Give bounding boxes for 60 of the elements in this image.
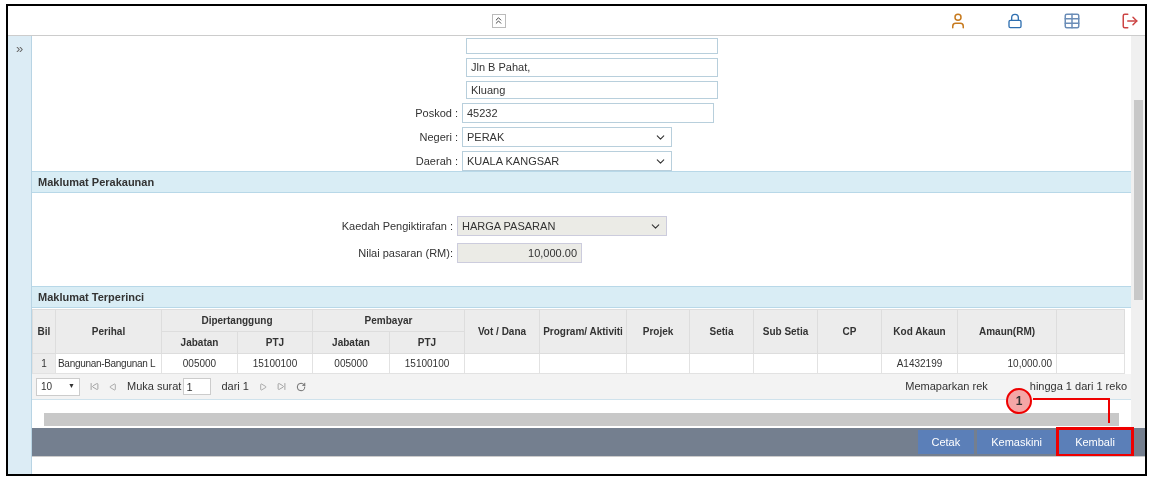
collapse-icon[interactable] [491, 13, 506, 28]
column-header: Projek [626, 309, 690, 354]
refresh-icon[interactable] [295, 381, 306, 392]
action-button[interactable]: Kemaskini [977, 430, 1056, 454]
column-header: Pembayar [312, 309, 465, 332]
action-button[interactable]: Kembali [1059, 430, 1131, 454]
field-label: Poskod : [414, 105, 459, 121]
horizontal-scrollbar[interactable] [44, 413, 1119, 426]
column-header: Amaun(RM) [957, 309, 1057, 354]
sidebar-toggle[interactable]: » [15, 42, 24, 474]
field-label: Nilai pasaran (RM): [357, 245, 454, 261]
column-header: Sub Setia [753, 309, 818, 354]
table-cell: Bangunan-Bangunan L [55, 353, 162, 374]
action-button[interactable]: Cetak [917, 430, 975, 454]
table-cell [817, 353, 882, 374]
dropdown[interactable]: PERAK [462, 127, 672, 147]
exit-icon[interactable] [1121, 11, 1139, 30]
table-cell: 005000 [312, 353, 390, 374]
table-cell: A1432199 [881, 353, 958, 374]
page-input[interactable]: 1 [183, 378, 212, 395]
dropdown[interactable]: KUALA KANGSAR [462, 151, 672, 171]
dropdown[interactable]: HARGA PASARAN [457, 216, 667, 236]
column-header: Bil [32, 309, 56, 354]
vertical-scrollbar[interactable] [1131, 36, 1145, 428]
amount-field: 10,000.00 [457, 243, 582, 263]
table-cell: 15100100 [237, 353, 313, 374]
column-header: CP [817, 309, 882, 354]
previous-page-icon[interactable] [109, 382, 117, 391]
table-cell: 1 [32, 353, 56, 374]
table-icon[interactable] [1063, 11, 1081, 30]
input-field[interactable] [466, 38, 718, 54]
table-cell [753, 353, 818, 374]
table-cell: 15100100 [389, 353, 465, 374]
table-cell [689, 353, 754, 374]
record-status: hingga 1 dari 1 reko [1029, 379, 1127, 395]
page-count: dari 1 [221, 379, 249, 395]
column-header: Vot / Dana [464, 309, 540, 354]
column-header: Setia [689, 309, 754, 354]
first-page-icon[interactable] [90, 382, 99, 391]
section-header: Maklumat Terperinci [32, 286, 1131, 308]
lock-icon[interactable] [1007, 12, 1023, 29]
column-header: Kod Akaun [881, 309, 958, 354]
field-label: Kaedah Pengiktirafan : [340, 218, 454, 234]
field-label: Daerah : [414, 153, 459, 169]
user-icon[interactable] [949, 11, 967, 30]
table-cell: 10,000.00 [957, 353, 1057, 374]
last-page-icon[interactable] [276, 382, 286, 391]
input-field[interactable]: Jln B Pahat, [466, 58, 718, 77]
input-field[interactable]: 45232 [462, 103, 714, 123]
section-header: Maklumat Perakaunan [32, 171, 1131, 193]
input-field[interactable]: Kluang [466, 80, 718, 99]
table-cell [626, 353, 690, 374]
next-page-icon[interactable] [258, 382, 267, 391]
record-status: Memaparkan rek [905, 379, 988, 395]
page-label: Muka surat [127, 379, 182, 395]
field-label: Negeri : [418, 129, 459, 145]
column-header: Program/ Aktiviti [539, 309, 627, 354]
table-cell: 005000 [161, 353, 238, 374]
column-header: Perihal [55, 309, 162, 354]
column-header: Dipertanggung [161, 309, 313, 332]
